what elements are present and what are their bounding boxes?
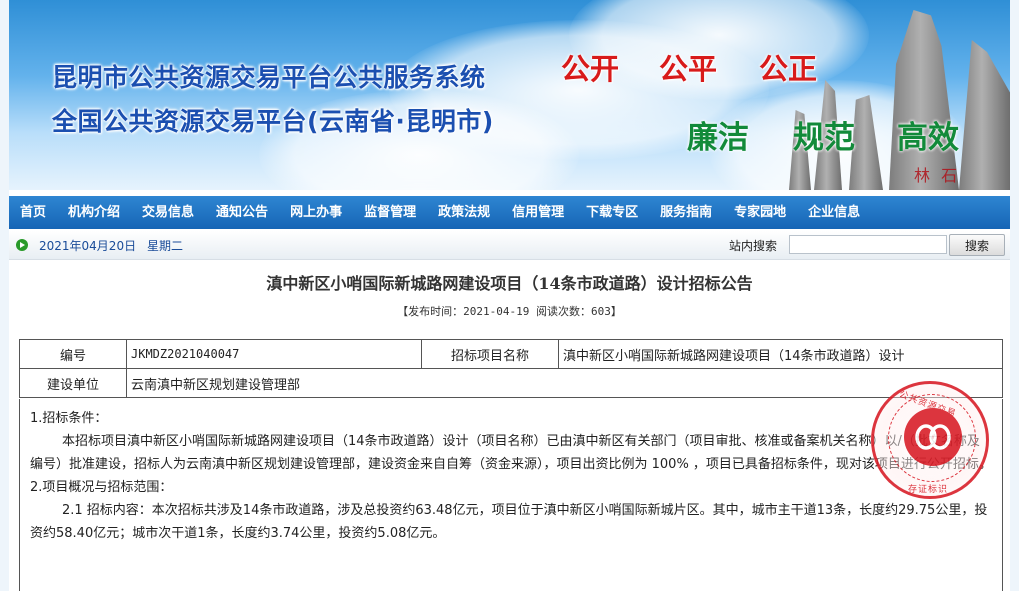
- nav-about[interactable]: 机构介绍: [57, 196, 131, 229]
- arrow-bullet-icon: [16, 239, 28, 251]
- banner-title-line1: 昆明市公共资源交易平台公共服务系统: [52, 63, 486, 92]
- nav-enterprise[interactable]: 企业信息: [797, 196, 871, 229]
- page-frame: 昆明市公共资源交易平台公共服务系统 全国公共资源交易平台(云南省·昆明市) 公开…: [9, 0, 1010, 591]
- paragraph: 本招标项目滇中新区小哨国际新城路网建设项目（14条市政道路）设计（项目名称）已由…: [30, 434, 992, 472]
- nav-online-services[interactable]: 网上办事: [279, 196, 353, 229]
- nav-service-guide[interactable]: 服务指南: [649, 196, 723, 229]
- value-id: JKMDZ2021040047: [126, 339, 422, 369]
- nav-experts[interactable]: 专家园地: [723, 196, 797, 229]
- table-row: 建设单位 云南滇中新区规划建设管理部: [19, 368, 1003, 398]
- date-search-bar: 2021年04月20日 星期二 站内搜索 搜索: [9, 231, 1010, 260]
- slogan-standard: 规范: [793, 120, 855, 156]
- nav-supervision[interactable]: 监督管理: [353, 196, 427, 229]
- slogan-clean: 廉洁: [687, 120, 749, 156]
- article-content: 1.招标条件： 本招标项目滇中新区小哨国际新城路网建设项目（14条市政道路）设计…: [19, 399, 1003, 591]
- label-construction-unit: 建设单位: [19, 368, 127, 398]
- slogan-efficient: 高效: [897, 120, 959, 156]
- current-weekday: 星期二: [147, 239, 184, 253]
- section-heading: 1.招标条件：: [30, 411, 108, 426]
- nav-trade-info[interactable]: 交易信息: [131, 196, 205, 229]
- nav-notices[interactable]: 通知公告: [205, 196, 279, 229]
- current-date: 2021年04月20日: [39, 239, 137, 253]
- label-id: 编号: [19, 339, 127, 369]
- certification-seal[interactable]: 公共资源交易 存证标识: [871, 381, 989, 499]
- slogan-just: 公正: [759, 52, 818, 86]
- paragraph: 2.1 招标内容：本次招标共涉及14条市政道路，涉及总投资约63.48亿元，项目…: [30, 503, 988, 541]
- banner-title-line2: 全国公共资源交易平台(云南省·昆明市): [52, 107, 494, 136]
- article-title: 滇中新区小哨国际新城路网建设项目（14条市政道路）设计招标公告: [266, 274, 753, 293]
- nav-credit[interactable]: 信用管理: [501, 196, 575, 229]
- search-button[interactable]: 搜索: [949, 234, 1005, 256]
- site-search-label: 站内搜索: [729, 239, 778, 253]
- nav-policies[interactable]: 政策法规: [427, 196, 501, 229]
- seal-text-bottom: 存证标识: [908, 485, 949, 495]
- article-meta: 【发布时间：2021-04-19 阅读次数：603】: [397, 305, 622, 318]
- nav-downloads[interactable]: 下载专区: [575, 196, 649, 229]
- seal-logo-icon: [904, 408, 962, 466]
- section-heading: 2.项目概况与招标范围：: [30, 480, 173, 495]
- slogan-fair: 公平: [659, 52, 718, 86]
- site-search-input[interactable]: [789, 235, 947, 254]
- label-project-name: 招标项目名称: [421, 339, 559, 369]
- slogan-public: 公开: [561, 52, 620, 86]
- nav-home[interactable]: 首页: [9, 196, 57, 229]
- value-project-name: 滇中新区小哨国际新城路网建设项目（14条市政道路）设计: [558, 339, 1003, 369]
- value-construction-unit: 云南滇中新区规划建设管理部: [126, 368, 1003, 398]
- table-row: 编号 JKMDZ2021040047 招标项目名称 滇中新区小哨国际新城路网建设…: [19, 339, 1003, 369]
- rock-carving: 林 石: [914, 166, 961, 185]
- main-nav: 首页 机构介绍 交易信息 通知公告 网上办事 监督管理 政策法规 信用管理 下载…: [9, 196, 1010, 229]
- project-info-table: 编号 JKMDZ2021040047 招标项目名称 滇中新区小哨国际新城路网建设…: [19, 339, 1003, 398]
- site-banner: 昆明市公共资源交易平台公共服务系统 全国公共资源交易平台(云南省·昆明市) 公开…: [9, 0, 1010, 190]
